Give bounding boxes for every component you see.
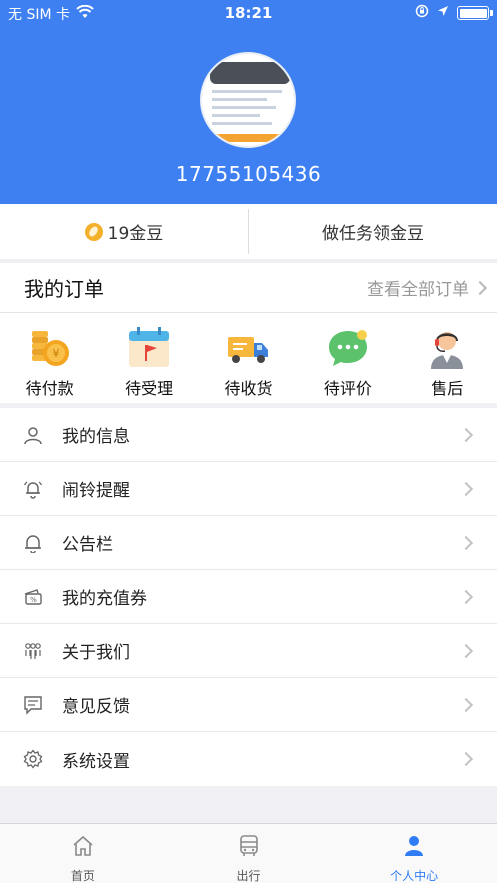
tab-label: 首页 — [70, 869, 95, 883]
settings-menu: 我的信息 闹铃提醒 公告栏 % 我的充值券 关于我们 意见反馈 系统设置 — [0, 408, 497, 786]
battery-icon — [457, 6, 493, 20]
menu-item-vouchers[interactable]: % 我的充值券 — [0, 570, 497, 624]
my-orders-section: 我的订单 查看全部订单 ¥ 待付款 待受理 待收货 待评价 售后 — [0, 263, 497, 403]
order-pending-review[interactable]: 待评价 — [308, 325, 388, 399]
alarm-bell-icon — [22, 478, 44, 500]
menu-item-my-info[interactable]: 我的信息 — [0, 408, 497, 462]
chevron-right-icon — [458, 427, 474, 442]
user-icon — [22, 424, 44, 446]
order-label: 待评价 — [323, 379, 372, 398]
menu-label: 我的充值券 — [62, 589, 147, 609]
chevron-right-icon — [458, 751, 474, 767]
customer-service-icon — [425, 325, 469, 369]
task-button[interactable]: 做任务领金豆 — [249, 204, 497, 259]
menu-label: 公告栏 — [62, 535, 113, 555]
bell-icon — [22, 532, 44, 554]
tab-bar: 首页 出行 个人中心 — [0, 823, 497, 883]
tab-label: 个人中心 — [390, 869, 439, 883]
task-label: 做任务领金豆 — [322, 224, 424, 244]
calendar-flag-icon — [127, 325, 171, 369]
status-bar: 无 SIM 卡 18:21 — [0, 0, 497, 26]
orientation-lock-icon — [415, 4, 429, 22]
bus-icon — [237, 834, 261, 861]
tab-profile[interactable]: 个人中心 — [331, 824, 497, 883]
order-pending-receipt[interactable]: 待收货 — [208, 325, 288, 399]
chat-bubble-icon — [326, 325, 370, 369]
gear-icon — [22, 748, 44, 770]
home-icon — [71, 834, 95, 861]
menu-label: 系统设置 — [62, 751, 130, 772]
profile-header: 无 SIM 卡 18:21 17755105436 — [0, 0, 497, 204]
view-all-label: 查看全部订单 — [367, 280, 469, 300]
menu-label: 关于我们 — [62, 643, 130, 663]
svg-text:¥: ¥ — [52, 347, 59, 360]
tab-travel[interactable]: 出行 — [166, 824, 332, 883]
avatar[interactable] — [200, 52, 296, 148]
beans-count[interactable]: 19金豆 — [0, 204, 248, 259]
view-all-orders-link[interactable]: 查看全部订单 — [367, 275, 488, 300]
chevron-right-icon — [458, 589, 474, 604]
menu-label: 我的信息 — [62, 427, 130, 447]
menu-label: 意见反馈 — [62, 697, 130, 717]
chevron-right-icon — [472, 280, 488, 295]
location-icon — [437, 5, 449, 21]
menu-item-about-us[interactable]: 关于我们 — [0, 624, 497, 678]
order-pending-payment[interactable]: ¥ 待付款 — [10, 325, 90, 399]
team-icon — [22, 640, 44, 662]
beans-count-label: 19金豆 — [107, 224, 164, 244]
order-label: 待受理 — [125, 379, 174, 398]
delivery-truck-icon — [226, 325, 270, 369]
order-after-sales[interactable]: 售后 — [407, 325, 487, 399]
menu-item-feedback[interactable]: 意见反馈 — [0, 678, 497, 732]
order-label: 待付款 — [25, 379, 74, 398]
tab-home[interactable]: 首页 — [0, 824, 166, 883]
menu-item-settings[interactable]: 系统设置 — [0, 732, 497, 786]
orders-title: 我的订单 — [24, 277, 104, 301]
order-pending-acceptance[interactable]: 待受理 — [109, 325, 189, 399]
beans-bar: 19金豆 做任务领金豆 — [0, 204, 497, 259]
gold-bean-icon — [84, 222, 103, 241]
order-label: 待收货 — [224, 379, 273, 398]
svg-text:%: % — [30, 596, 37, 604]
chevron-right-icon — [458, 535, 474, 550]
chevron-right-icon — [458, 643, 474, 658]
voucher-icon: % — [22, 586, 44, 608]
phone-number: 17755105436 — [175, 162, 322, 186]
menu-label: 闹铃提醒 — [62, 481, 130, 501]
feedback-icon — [22, 694, 44, 716]
menu-item-alarm-reminder[interactable]: 闹铃提醒 — [0, 462, 497, 516]
coins-icon: ¥ — [28, 325, 72, 369]
chevron-right-icon — [458, 697, 474, 712]
tab-label: 出行 — [236, 869, 261, 883]
chevron-right-icon — [458, 481, 474, 496]
person-icon — [402, 834, 426, 861]
menu-item-bulletin[interactable]: 公告栏 — [0, 516, 497, 570]
order-label: 售后 — [431, 379, 464, 398]
